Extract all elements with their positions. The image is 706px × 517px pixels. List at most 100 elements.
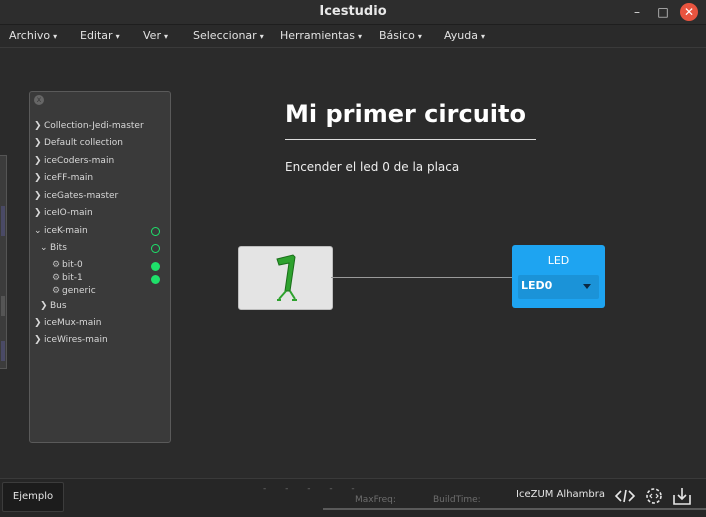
tree-item-icek[interactable]: ⌄ iceK-main — [34, 226, 88, 236]
circuit-description[interactable]: Encender el led 0 de la placa — [285, 160, 459, 174]
status-dot-icon — [151, 275, 160, 284]
chevron-down-icon: ▾ — [480, 32, 485, 41]
settings-code-icon[interactable] — [643, 485, 665, 507]
collections-panel: x ❯ Collection-Jedi-master ❯ Default colle… — [29, 91, 171, 443]
constant-one-block[interactable] — [238, 246, 333, 310]
tree-item-label: iceGates-master — [44, 191, 119, 201]
menu-label: Herramientas — [280, 29, 355, 42]
chevron-down-icon: ⌄ — [34, 226, 42, 236]
menu-basico[interactable]: Básico ▾ — [379, 29, 422, 42]
menu-ayuda[interactable]: Ayuda ▾ — [444, 29, 485, 42]
tree-item-label: iceMux-main — [44, 318, 102, 328]
close-button[interactable]: ✕ — [680, 3, 698, 21]
menu-label: Básico — [379, 29, 415, 42]
circuit-title[interactable]: Mi primer circuito — [285, 100, 526, 128]
tree-item-label: Collection-Jedi-master — [44, 121, 144, 131]
board-name[interactable]: IceZUM Alhambra — [516, 489, 605, 500]
menu-bar: Archivo ▾ Editar ▾ Ver ▾ Seleccionar ▾ Herra… — [0, 25, 706, 48]
maximize-button[interactable]: □ — [654, 3, 672, 21]
chevron-down-icon: ▾ — [115, 32, 120, 41]
menu-label: Editar — [80, 29, 113, 42]
tree-item-icewires[interactable]: ❯ iceWires-main — [34, 335, 108, 345]
side-panel-segment — [1, 206, 5, 236]
wire-connection[interactable] — [331, 277, 513, 278]
tree-item-default-collection[interactable]: ❯ Default collection — [34, 138, 123, 148]
tree-item-label: bit-1 — [62, 273, 83, 283]
chevron-right-icon: ❯ — [34, 173, 42, 183]
side-panel-segment — [1, 296, 5, 316]
chip-icon: ⚙ — [52, 260, 61, 270]
chip-icon: ⚙ — [52, 273, 61, 283]
tree-item-bit-0[interactable]: ⚙ bit-0 — [52, 260, 83, 270]
chevron-right-icon: ❯ — [34, 138, 42, 148]
menu-herramientas[interactable]: Herramientas ▾ — [280, 29, 362, 42]
left-side-panel[interactable] — [0, 155, 7, 369]
footer-bar: Ejemplo - - - - - MaxFreq: BuildTime: Ic… — [0, 478, 706, 517]
window-title: Icestudio — [319, 4, 387, 19]
dropdown-arrow-icon — [583, 284, 591, 289]
chevron-down-icon: ▾ — [417, 32, 422, 41]
tree-item-generic[interactable]: ⚙ generic — [52, 286, 96, 296]
chevron-right-icon: ❯ — [34, 156, 42, 166]
tree-item-icemux[interactable]: ❯ iceMux-main — [34, 318, 102, 328]
tree-item-label: iceWires-main — [44, 335, 108, 345]
tree-item-iceff[interactable]: ❯ iceFF-main — [34, 173, 93, 183]
tree-item-label: iceCoders-main — [44, 156, 115, 166]
menu-label: Seleccionar — [193, 29, 257, 42]
menu-archivo[interactable]: Archivo ▾ — [9, 29, 57, 42]
menu-label: Ayuda — [444, 29, 478, 42]
led-block-title: LED — [547, 254, 570, 267]
tree-item-bit-1[interactable]: ⚙ bit-1 — [52, 273, 83, 283]
chevron-right-icon: ❯ — [34, 208, 42, 218]
tree-item-collection-jedi[interactable]: ❯ Collection-Jedi-master — [34, 121, 144, 131]
status-ring-icon — [151, 227, 160, 236]
tree-item-iceio[interactable]: ❯ iceIO-main — [34, 208, 93, 218]
chevron-down-icon: ▾ — [163, 32, 168, 41]
tree-item-bits[interactable]: ⌄ Bits — [40, 243, 67, 253]
title-bar: Icestudio – □ ✕ — [0, 0, 706, 25]
maxfreq-label: MaxFreq: — [355, 495, 396, 505]
code-icon[interactable] — [614, 485, 636, 507]
upload-icon[interactable] — [671, 485, 693, 507]
tree-item-label: iceFF-main — [44, 173, 94, 183]
led-pin-select[interactable]: LED0 — [518, 275, 599, 299]
chevron-down-icon: ▾ — [259, 32, 264, 41]
led-output-block[interactable]: LED LED0 — [512, 245, 605, 308]
buildtime-label: BuildTime: — [433, 495, 481, 505]
menu-label: Archivo — [9, 29, 51, 42]
close-icon[interactable]: x — [34, 95, 44, 105]
tree-item-label: generic — [62, 286, 96, 296]
chip-icon: ⚙ — [52, 286, 61, 296]
digit-one-icon — [276, 254, 297, 301]
chevron-down-icon: ▾ — [53, 32, 58, 41]
example-button[interactable]: Ejemplo — [2, 482, 64, 512]
status-ring-icon — [151, 244, 160, 253]
tree-item-label: bit-0 — [62, 260, 83, 270]
chevron-down-icon: ▾ — [357, 32, 362, 41]
side-panel-segment — [1, 341, 5, 361]
chevron-right-icon: ❯ — [34, 335, 42, 345]
status-dashes: - - - - - — [263, 484, 363, 494]
title-underline — [285, 139, 536, 140]
led-pin-value: LED0 — [521, 279, 553, 292]
tree-item-icegates[interactable]: ❯ iceGates-master — [34, 191, 118, 201]
tree-item-label: Default collection — [44, 138, 123, 148]
tree-item-label: iceIO-main — [44, 208, 93, 218]
tree-item-label: Bits — [50, 243, 67, 253]
menu-seleccionar[interactable]: Seleccionar ▾ — [193, 29, 264, 42]
menu-editar[interactable]: Editar ▾ — [80, 29, 120, 42]
bottom-divider — [323, 508, 706, 510]
chevron-right-icon: ❯ — [40, 301, 48, 311]
tree-item-bus[interactable]: ❯ Bus — [40, 301, 67, 311]
tree-item-label: iceK-main — [44, 226, 88, 236]
status-dot-icon — [151, 262, 160, 271]
minimize-button[interactable]: – — [628, 3, 646, 21]
tree-item-label: Bus — [50, 301, 67, 311]
chevron-right-icon: ❯ — [34, 318, 42, 328]
tree-item-icecoders[interactable]: ❯ iceCoders-main — [34, 156, 114, 166]
chevron-right-icon: ❯ — [34, 121, 42, 131]
chevron-right-icon: ❯ — [34, 191, 42, 201]
menu-label: Ver — [143, 29, 161, 42]
chevron-down-icon: ⌄ — [40, 243, 48, 253]
menu-ver[interactable]: Ver ▾ — [143, 29, 168, 42]
